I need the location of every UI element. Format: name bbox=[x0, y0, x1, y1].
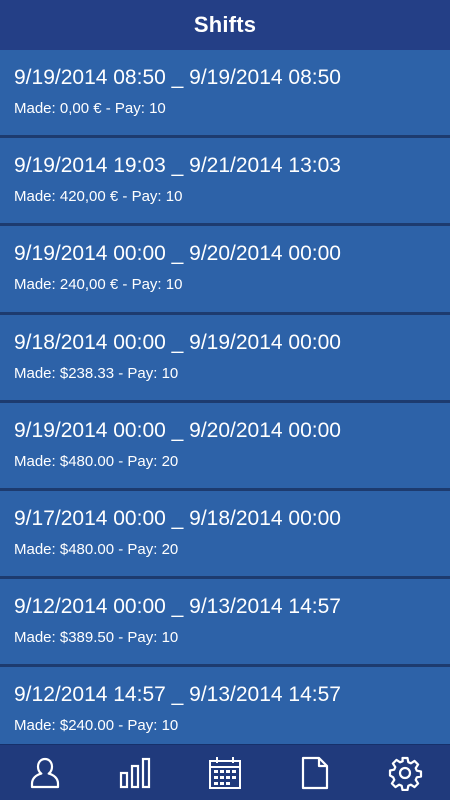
nav-reports-button[interactable] bbox=[285, 745, 345, 800]
page-title: Shifts bbox=[193, 12, 257, 37]
shift-meta: Made: $480.00 - Pay: 20 bbox=[14, 452, 179, 470]
shift-meta: Made: $240.00 - Pay: 10 bbox=[14, 717, 179, 735]
shift-meta: Made: 240,00 € - Pay: 10 bbox=[14, 276, 183, 294]
shift-list[interactable]: 9/19/2014 08:50 _ 9/19/2014 08:50 Made: … bbox=[0, 50, 450, 744]
shift-range: 9/19/2014 00:00 _ 9/20/2014 00:00 bbox=[14, 418, 341, 442]
shift-meta: Made: $238.33 - Pay: 10 bbox=[14, 364, 179, 382]
nav-calendar-button[interactable] bbox=[195, 745, 255, 800]
nav-profile-button[interactable] bbox=[15, 745, 75, 800]
shift-meta: Made: 0,00 € - Pay: 10 bbox=[14, 100, 166, 117]
shift-row[interactable]: 9/12/2014 00:00 _ 9/13/2014 14:57 Made: … bbox=[0, 579, 450, 668]
shift-range: 9/17/2014 00:00 _ 9/18/2014 00:00 bbox=[14, 506, 341, 530]
shift-range: 9/19/2014 00:00 _ 9/20/2014 00:00 bbox=[14, 242, 341, 266]
shift-meta: Made: 420,00 € - Pay: 10 bbox=[14, 188, 183, 206]
nav-stats-button[interactable] bbox=[105, 745, 165, 800]
shift-row[interactable]: 9/19/2014 00:00 _ 9/20/2014 00:00 Made: … bbox=[0, 402, 450, 491]
shift-range: 9/18/2014 00:00 _ 9/19/2014 00:00 bbox=[14, 330, 341, 354]
shift-range: 9/12/2014 14:57 _ 9/13/2014 14:57 bbox=[14, 683, 341, 707]
user-icon bbox=[30, 757, 60, 788]
document-icon bbox=[301, 756, 329, 789]
shift-meta: Made: $389.50 - Pay: 10 bbox=[14, 629, 179, 647]
shift-range: 9/12/2014 00:00 _ 9/13/2014 14:57 bbox=[14, 595, 341, 619]
bottom-navigation bbox=[0, 744, 450, 800]
shift-range: 9/19/2014 19:03 _ 9/21/2014 13:03 bbox=[14, 154, 341, 178]
shift-row[interactable]: 9/12/2014 14:57 _ 9/13/2014 14:57 Made: … bbox=[0, 667, 450, 744]
app-header: Shifts bbox=[0, 0, 450, 50]
shift-row[interactable]: 9/18/2014 00:00 _ 9/19/2014 00:00 Made: … bbox=[0, 314, 450, 403]
nav-settings-button[interactable] bbox=[375, 745, 435, 800]
gear-icon bbox=[388, 756, 423, 791]
shift-meta: Made: $480.00 - Pay: 20 bbox=[14, 540, 179, 558]
shift-range: 9/19/2014 08:50 _ 9/19/2014 08:50 bbox=[14, 66, 341, 89]
shift-row[interactable]: 9/17/2014 00:00 _ 9/18/2014 00:00 Made: … bbox=[0, 490, 450, 580]
shift-row[interactable]: 9/19/2014 00:00 _ 9/20/2014 00:00 Made: … bbox=[0, 226, 450, 315]
shift-row[interactable]: 9/19/2014 08:50 _ 9/19/2014 08:50 Made: … bbox=[0, 50, 450, 139]
bar-chart-icon bbox=[119, 757, 151, 788]
calendar-icon bbox=[209, 756, 241, 789]
shift-row[interactable]: 9/19/2014 19:03 _ 9/21/2014 13:03 Made: … bbox=[0, 138, 450, 227]
